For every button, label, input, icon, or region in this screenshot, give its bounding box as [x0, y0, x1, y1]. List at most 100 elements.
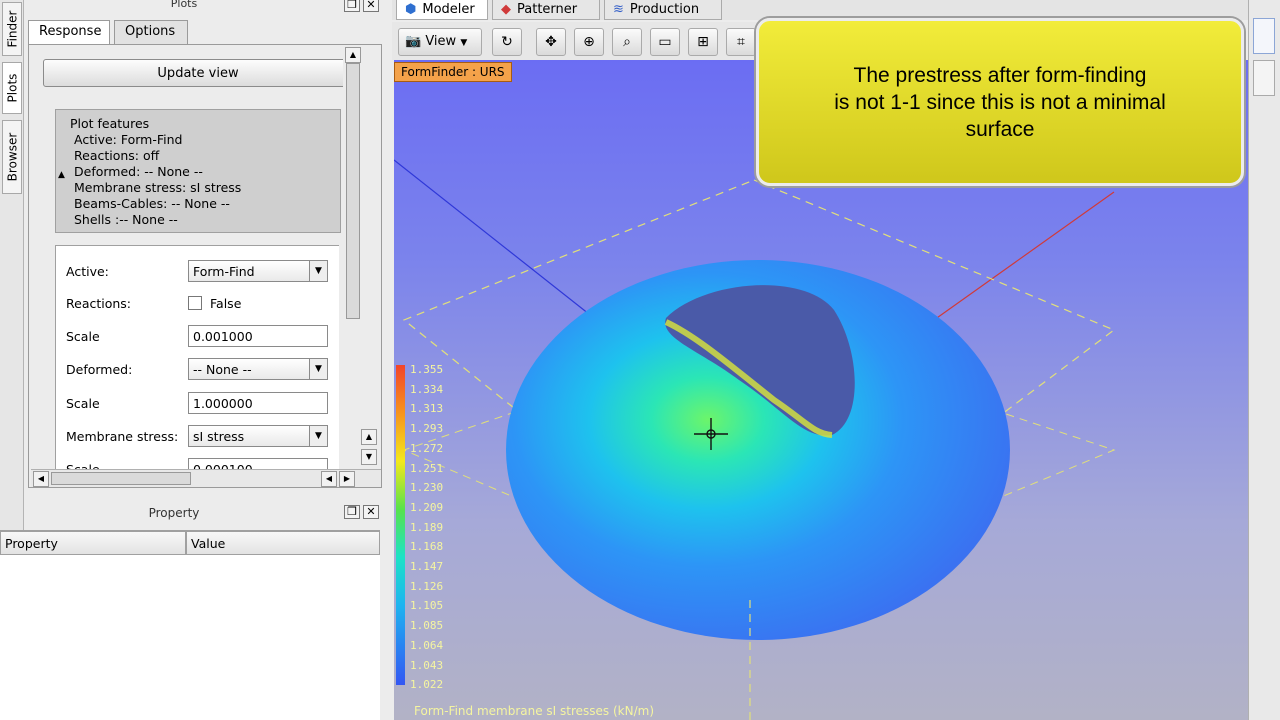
plots-float-button[interactable]: ❐ [344, 0, 360, 12]
scroll-right-button[interactable]: ▶ [339, 471, 355, 487]
reactions-label: Reactions: [66, 296, 132, 311]
zoom-button[interactable]: ⊕ [574, 28, 604, 56]
view-menu-button[interactable]: 📷 View ▼ [398, 28, 482, 56]
active-row: Active: Form-Find ▼ [66, 260, 336, 284]
tab-patterner[interactable]: ◆ Patterner [492, 0, 600, 20]
response-tab-body: Update view Plot features Active: Form-F… [28, 44, 382, 488]
chevron-down-icon[interactable]: ▼ [309, 426, 327, 446]
form-scrollbar[interactable]: ▲ ▼ [361, 429, 379, 469]
feature-line: ▲ Deformed: -- None -- [58, 164, 340, 180]
plot-features-box: Plot features Active: Form-Find Reaction… [55, 109, 341, 233]
viewport-toolbar: 📷 View ▼ ↻ ✥ ⊕ ⌕ ▭ ⊞ ⌗ [392, 22, 772, 60]
plots-close-button[interactable]: ✕ [363, 0, 379, 12]
plot-features-title: Plot features [70, 116, 150, 131]
legend-value: 1.209 [410, 500, 444, 514]
pan-button[interactable]: ✥ [536, 28, 566, 56]
legend-value: 1.126 [410, 579, 444, 593]
comment-button[interactable]: ▭ [650, 28, 680, 56]
feature-line: Shells :-- None -- [74, 212, 178, 227]
deformed-row: Deformed: -- None -- ▼ [66, 358, 336, 382]
active-select[interactable]: Form-Find ▼ [188, 260, 328, 282]
side-tab-plots[interactable]: Plots [2, 62, 22, 114]
right-sidebar [1248, 0, 1280, 720]
side-tab-finder[interactable]: Finder [2, 2, 22, 56]
chevron-down-icon[interactable]: ▼ [309, 261, 327, 281]
property-table: Property Value [0, 530, 380, 720]
deformed-label: Deformed: [66, 362, 133, 377]
hscroll-thumb[interactable] [51, 472, 191, 485]
legend-value: 1.355 [410, 363, 444, 376]
col-property-header[interactable]: Property [0, 531, 186, 555]
legend-value: 1.147 [410, 560, 444, 574]
scale2-label: Scale [66, 396, 100, 411]
select-button[interactable]: ⌗ [726, 28, 756, 56]
main-tabbar: ⬢ Modeler ◆ Patterner ≋ Production [392, 0, 1280, 20]
active-label: Active: [66, 264, 109, 279]
legend-value: 1.334 [410, 382, 444, 396]
grid-button[interactable]: ⊞ [688, 28, 718, 56]
legend-value: 1.313 [410, 402, 444, 416]
scale2-input[interactable]: 1.000000 [188, 392, 328, 414]
legend-value: 1.251 [410, 461, 444, 475]
scale1-label: Scale [66, 329, 100, 344]
property-close-button[interactable]: ✕ [363, 505, 379, 519]
reactions-checkbox[interactable] [188, 296, 202, 310]
side-tab-browser[interactable]: Browser [2, 120, 22, 194]
tab-response[interactable]: Response [28, 20, 110, 45]
deformed-select[interactable]: -- None -- ▼ [188, 358, 328, 380]
right-sidebar-button[interactable] [1253, 18, 1275, 54]
features-scrollbar[interactable]: ▲ [343, 45, 361, 487]
property-panel-title: Property [148, 506, 200, 520]
right-sidebar-button[interactable] [1253, 60, 1275, 96]
axis-line [394, 159, 595, 319]
scroll-up-button[interactable]: ▲ [345, 47, 361, 63]
chevron-down-icon: ▼ [460, 38, 468, 48]
tab-modeler[interactable]: ⬢ Modeler [396, 0, 488, 20]
tab-production[interactable]: ≋ Production [604, 0, 722, 20]
chevron-down-icon[interactable]: ▼ [309, 359, 327, 379]
patterner-icon: ◆ [501, 2, 511, 17]
horizontal-scrollbar[interactable]: ◀ ◀ ▶ [31, 469, 381, 487]
legend-value: 1.043 [410, 658, 444, 672]
scroll-up-button[interactable]: ▲ [361, 429, 377, 445]
col-value-header[interactable]: Value [186, 531, 380, 555]
legend-value: 1.105 [410, 599, 444, 613]
legend-value: 1.168 [410, 540, 444, 554]
scale1-input[interactable]: 0.001000 [188, 325, 328, 347]
reactions-value: False [210, 296, 242, 311]
production-icon: ≋ [613, 2, 624, 17]
plots-panel-title: Plots [170, 0, 198, 10]
update-view-button[interactable]: Update view [43, 59, 353, 87]
callout-line: is not 1-1 since this is not a minimal [834, 90, 1166, 114]
axis-line [933, 191, 1115, 321]
zoom-window-button[interactable]: ⌕ [612, 28, 642, 56]
legend-value: 1.189 [410, 520, 444, 534]
reactions-row: Reactions: False [66, 292, 336, 316]
plot-settings-form: Active: Form-Find ▼ Reactions: False Scal… [55, 245, 339, 487]
callout-line: surface [965, 117, 1035, 141]
scroll-thumb[interactable] [346, 63, 360, 319]
legend-value: 1.230 [410, 481, 444, 495]
scale1-row: Scale 0.001000 [66, 325, 336, 349]
membrane-label: Membrane stress: [66, 429, 179, 444]
modeler-icon: ⬢ [405, 2, 417, 17]
legend-value: 1.085 [410, 619, 444, 633]
feature-line: Membrane stress: sI stress [74, 180, 242, 195]
legend-value: 1.022 [410, 678, 444, 692]
annotation-callout: The prestress after form-finding is not … [756, 18, 1244, 186]
membrane-select[interactable]: sI stress ▼ [188, 425, 328, 447]
feature-line: Reactions: off [74, 148, 160, 163]
scroll-down-button[interactable]: ▼ [361, 449, 377, 465]
property-float-button[interactable]: ❐ [344, 505, 360, 519]
orbit-button[interactable]: ↻ [492, 28, 522, 56]
scroll-left-button[interactable]: ◀ [33, 471, 49, 487]
feature-line: Active: Form-Find [74, 132, 183, 147]
stress-legend: 1.355 1.334 1.313 1.293 1.272 1.251 1.23… [410, 360, 470, 695]
expand-arrow-icon[interactable]: ▲ [58, 167, 65, 183]
feature-line: Beams-Cables: -- None -- [74, 196, 230, 211]
membrane-row: Membrane stress: sI stress ▼ [66, 425, 336, 449]
legend-value: 1.064 [410, 638, 444, 652]
scroll-right-button[interactable]: ◀ [321, 471, 337, 487]
legend-color-bar [396, 365, 405, 685]
tab-options[interactable]: Options [114, 20, 188, 44]
